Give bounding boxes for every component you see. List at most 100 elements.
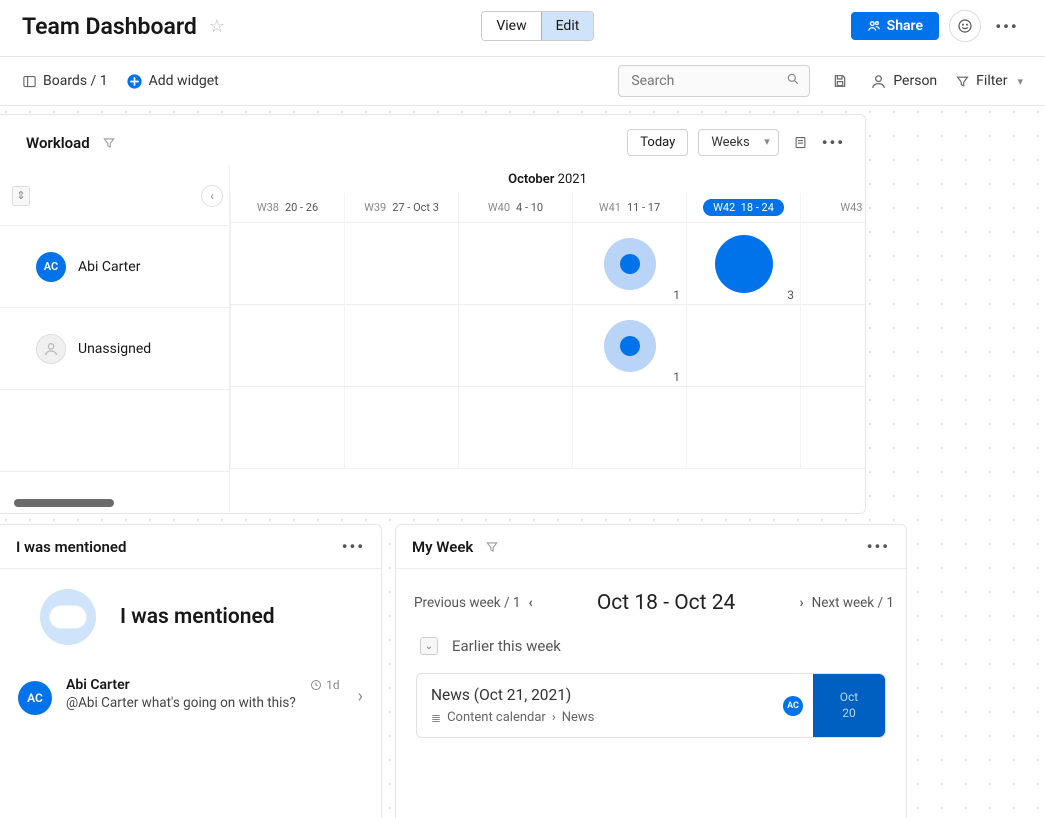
workload-person-row[interactable]: Unassigned bbox=[0, 308, 229, 390]
star-icon[interactable]: ☆ bbox=[209, 16, 225, 37]
task-card[interactable]: News (Oct 21, 2021) ≣ Content calendar ›… bbox=[416, 673, 886, 738]
task-assignee-avatar: AC bbox=[783, 696, 803, 716]
mentions-menu-icon[interactable]: ••• bbox=[342, 537, 365, 556]
week-column-header[interactable]: W40 4 - 10 bbox=[458, 193, 572, 223]
workload-cell[interactable] bbox=[458, 387, 572, 469]
boards-label: Boards / 1 bbox=[43, 73, 108, 89]
week-nav: Previous week / 1 ‹ Oct 18 - Oct 24 › Ne… bbox=[396, 569, 906, 633]
workload-title: Workload bbox=[26, 134, 90, 152]
workload-widget: Workload Today Weeks ••• ⇕ ‹ AC bbox=[0, 114, 866, 514]
dashboard-canvas[interactable]: Workload Today Weeks ••• ⇕ ‹ AC bbox=[0, 106, 1045, 818]
chevron-left-icon: ‹ bbox=[528, 595, 532, 611]
workload-cell[interactable] bbox=[458, 223, 572, 305]
view-mode-button[interactable]: View bbox=[482, 12, 540, 40]
header-bar: Team Dashboard ☆ View Edit Share ••• bbox=[0, 0, 1045, 56]
scale-select[interactable]: Weeks bbox=[698, 129, 778, 156]
toolbar: Boards / 1 Add widget Person Filter ▾ bbox=[0, 56, 1045, 106]
chevron-down-icon: ▾ bbox=[1017, 75, 1023, 88]
workload-person-row[interactable]: AC Abi Carter bbox=[0, 226, 229, 308]
person-icon bbox=[870, 73, 887, 90]
search-icon[interactable] bbox=[786, 72, 800, 86]
share-label: Share bbox=[887, 18, 923, 34]
clock-icon bbox=[310, 679, 322, 691]
chevron-right-icon[interactable]: › bbox=[354, 677, 363, 715]
chevron-right-icon: › bbox=[799, 595, 803, 611]
workload-cell[interactable] bbox=[230, 387, 344, 469]
mentions-widget: I was mentioned ••• I was mentioned AC A… bbox=[0, 524, 382, 818]
workload-cell[interactable] bbox=[344, 387, 458, 469]
workload-cell[interactable] bbox=[800, 223, 865, 305]
mention-item[interactable]: AC Abi Carter 1d @Abi Carter what's goin… bbox=[0, 669, 381, 723]
week-group-header[interactable]: ⌄ Earlier this week bbox=[396, 633, 906, 667]
workload-cell[interactable]: 3 bbox=[686, 223, 800, 305]
myweek-filter-icon[interactable] bbox=[485, 540, 499, 554]
horizontal-scrollbar[interactable] bbox=[14, 499, 114, 507]
task-path: ≣ Content calendar › News bbox=[431, 710, 773, 725]
mention-text: @Abi Carter what's going on with this? bbox=[66, 695, 340, 711]
myweek-title: My Week bbox=[412, 538, 473, 556]
next-week-label: Next week / 1 bbox=[812, 595, 894, 611]
workload-cell[interactable] bbox=[686, 387, 800, 469]
person-name: Unassigned bbox=[78, 341, 151, 357]
search-input[interactable] bbox=[618, 65, 810, 97]
mentions-title: I was mentioned bbox=[16, 538, 126, 556]
collapse-toggle-icon[interactable]: ⌄ bbox=[420, 637, 438, 655]
today-button[interactable]: Today bbox=[627, 129, 688, 156]
myweek-menu-icon[interactable]: ••• bbox=[867, 537, 890, 556]
myweek-header: My Week ••• bbox=[396, 525, 906, 569]
workload-people-column: ⇕ ‹ AC Abi Carter Unassigned bbox=[0, 166, 230, 514]
week-column-header[interactable]: W42 18 - 24 bbox=[686, 193, 800, 223]
person-name: Abi Carter bbox=[78, 259, 140, 275]
workload-cell[interactable] bbox=[458, 305, 572, 387]
workload-bubble[interactable] bbox=[715, 235, 773, 293]
edit-mode-button[interactable]: Edit bbox=[541, 12, 594, 40]
workload-cell[interactable]: 1 bbox=[572, 223, 686, 305]
prev-week-label: Previous week / 1 bbox=[414, 595, 520, 611]
filter-label: Filter bbox=[976, 73, 1007, 89]
week-column-header[interactable]: W38 20 - 26 bbox=[230, 193, 344, 223]
feedback-icon[interactable] bbox=[949, 10, 981, 42]
task-title: News (Oct 21, 2021) bbox=[431, 686, 773, 704]
mentions-header: I was mentioned ••• bbox=[0, 525, 381, 569]
workload-cell[interactable] bbox=[230, 223, 344, 305]
workload-cell[interactable] bbox=[800, 305, 865, 387]
workload-cell[interactable] bbox=[800, 387, 865, 469]
mentions-hero: I was mentioned bbox=[0, 569, 381, 669]
filter-button[interactable]: Filter ▾ bbox=[955, 73, 1023, 89]
week-column-header[interactable]: W43 2 bbox=[800, 193, 865, 223]
person-filter[interactable]: Person bbox=[870, 73, 937, 90]
myweek-widget: My Week ••• Previous week / 1 ‹ Oct 18 -… bbox=[395, 524, 907, 818]
workload-header: Workload Today Weeks ••• bbox=[0, 115, 865, 166]
add-widget-button[interactable]: Add widget bbox=[126, 73, 219, 90]
workload-cell[interactable]: 1 bbox=[572, 305, 686, 387]
avatar: AC bbox=[36, 252, 66, 282]
person-label: Person bbox=[893, 73, 937, 89]
workload-cell[interactable] bbox=[572, 387, 686, 469]
workload-cell[interactable] bbox=[344, 223, 458, 305]
sort-handle-icon[interactable]: ⇕ bbox=[12, 186, 30, 206]
export-icon[interactable] bbox=[789, 135, 812, 150]
workload-cell[interactable] bbox=[344, 305, 458, 387]
save-icon[interactable] bbox=[828, 73, 852, 89]
share-button[interactable]: Share bbox=[851, 12, 939, 40]
prev-week-button[interactable]: Previous week / 1 ‹ bbox=[414, 595, 533, 611]
week-column-header[interactable]: W41 11 - 17 bbox=[572, 193, 686, 223]
workload-menu-icon[interactable]: ••• bbox=[822, 133, 845, 152]
funnel-icon bbox=[955, 74, 970, 89]
task-date-badge: Oct 20 bbox=[813, 674, 885, 737]
collapse-left-icon[interactable]: ‹ bbox=[201, 185, 223, 207]
workload-timeline[interactable]: October 2021 W38 20 - 26W39 27 - Oct 3W4… bbox=[230, 166, 865, 514]
boards-icon bbox=[22, 74, 37, 89]
workload-cell[interactable] bbox=[230, 305, 344, 387]
header-center: View Edit bbox=[225, 11, 851, 41]
next-week-button[interactable]: › Next week / 1 bbox=[799, 595, 894, 611]
workload-cell[interactable] bbox=[686, 305, 800, 387]
workload-empty-row bbox=[0, 390, 229, 472]
mention-author: Abi Carter bbox=[66, 677, 130, 693]
people-icon bbox=[867, 19, 881, 33]
workload-filter-icon[interactable] bbox=[102, 136, 116, 150]
mentions-hero-text: I was mentioned bbox=[120, 605, 275, 629]
more-menu-icon[interactable]: ••• bbox=[991, 10, 1023, 42]
boards-crumb[interactable]: Boards / 1 bbox=[22, 73, 108, 89]
week-column-header[interactable]: W39 27 - Oct 3 bbox=[344, 193, 458, 223]
